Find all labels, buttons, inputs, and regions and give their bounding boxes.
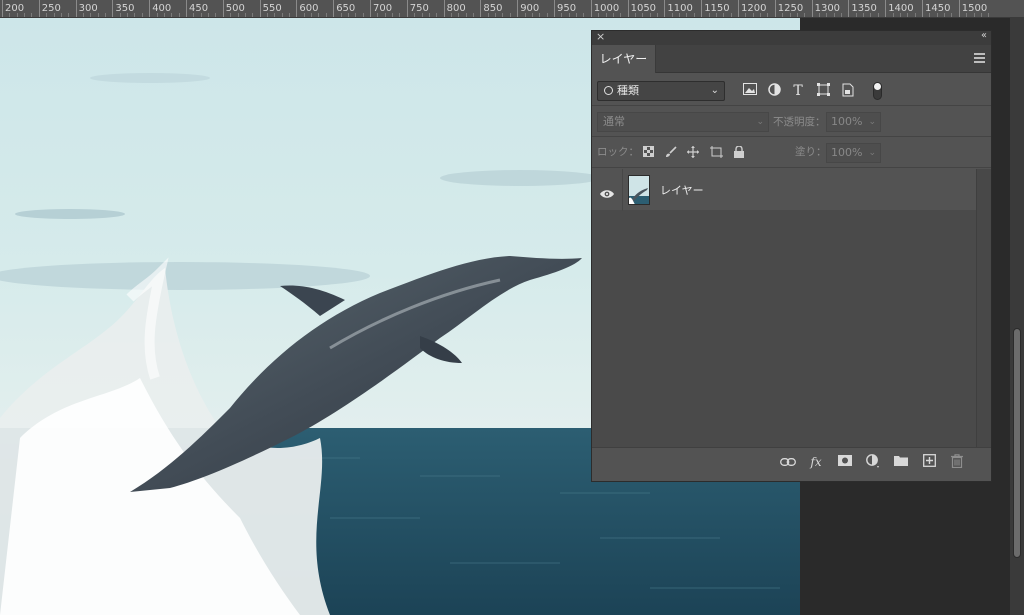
ruler-tick	[296, 0, 298, 17]
panel-footer: fx	[592, 447, 991, 475]
adjustment-filter-icon[interactable]	[766, 83, 782, 99]
add-mask-icon[interactable]	[837, 454, 853, 470]
ruler-tick	[149, 0, 151, 17]
ruler-label: 700	[373, 3, 393, 14]
ruler-label: 600	[299, 3, 319, 14]
fill-value: 100%	[831, 146, 863, 159]
eye-icon[interactable]	[600, 184, 614, 198]
new-layer-icon[interactable]	[921, 454, 937, 470]
opacity-label: 不透明度：	[773, 116, 826, 128]
tab-layers[interactable]: レイヤー	[592, 45, 656, 73]
ruler-tick	[664, 0, 666, 17]
ruler-label: 200	[5, 3, 25, 14]
ruler-tick	[517, 0, 519, 17]
opacity-value: 100%	[831, 115, 863, 128]
blend-row: 通常 ⌄ 不透明度： 100% ⌄	[592, 107, 991, 137]
search-icon	[604, 86, 613, 95]
ruler-tick	[222, 0, 224, 17]
scrollbar-thumb[interactable]	[1013, 328, 1021, 558]
adjustment-layer-icon[interactable]	[865, 454, 881, 470]
vertical-scrollbar[interactable]	[1010, 18, 1024, 615]
ruler-tick	[885, 0, 887, 17]
filter-type-select[interactable]: 種類 ⌄	[597, 81, 725, 101]
ruler-label: 300	[78, 3, 98, 14]
ruler-tick	[774, 0, 776, 17]
chevron-down-icon: ⌄	[868, 117, 876, 127]
filter-toggle[interactable]	[873, 82, 882, 100]
ruler-label: 800	[446, 3, 466, 14]
new-group-icon[interactable]	[893, 454, 909, 470]
lock-label: ロック：	[597, 146, 639, 158]
ruler-tick	[738, 0, 739, 17]
type-filter-icon[interactable]: T	[790, 83, 806, 99]
filter-row: 種類 ⌄ T	[592, 74, 991, 106]
ruler-tick	[406, 0, 408, 17]
lock-position-icon[interactable]	[686, 146, 700, 160]
smart-object-filter-icon[interactable]	[840, 83, 856, 99]
ruler-tick	[922, 0, 923, 17]
ruler-tick	[112, 0, 114, 17]
blend-mode-value: 通常	[603, 115, 625, 128]
lock-row: ロック： 塗り： 100% ⌄	[592, 138, 991, 168]
layers-panel: × ‹‹ レイヤー 種類 ⌄ T 通常 ⌄ 不透明度： 100% ⌄ ロック： …	[591, 30, 992, 482]
ruler-tick	[186, 0, 187, 17]
ruler-label: 450	[189, 3, 209, 14]
ruler-tick	[811, 0, 813, 17]
ruler-tick	[38, 0, 40, 17]
link-layers-icon[interactable]	[780, 454, 796, 470]
ruler-tick	[370, 0, 371, 17]
filter-type-value: 種類	[617, 84, 639, 97]
ruler-tick	[848, 0, 850, 17]
ruler-label: 850	[483, 3, 503, 14]
layer-name[interactable]: レイヤー	[660, 182, 704, 198]
ruler-tick	[590, 0, 592, 17]
panel-tabbar: レイヤー	[592, 45, 991, 73]
ruler-tick	[333, 0, 335, 17]
ruler-label: 550	[262, 3, 282, 14]
panel-header: × ‹‹	[592, 30, 991, 45]
ruler-label: 350	[115, 3, 135, 14]
ruler-label: 250	[41, 3, 61, 14]
shape-filter-icon[interactable]	[815, 83, 831, 99]
layers-scrollbar[interactable]	[976, 169, 991, 447]
ruler-label: 400	[152, 3, 172, 14]
fx-icon[interactable]: fx	[808, 454, 824, 470]
trash-icon[interactable]	[949, 454, 965, 470]
ruler-tick	[701, 0, 703, 17]
panel-menu-icon[interactable]	[974, 53, 985, 65]
fill-label: 塗り：	[795, 146, 827, 158]
lock-artboard-icon[interactable]	[709, 146, 723, 160]
horizontal-ruler: 200 250 300 350 400 450 500 550 600 650 700 750 800 8…	[0, 0, 1024, 18]
close-icon[interactable]: ×	[596, 30, 605, 43]
ruler-label: 900	[520, 3, 540, 14]
ruler-label: 750	[409, 3, 429, 14]
ruler-tick	[958, 0, 960, 17]
fill-field[interactable]: 100% ⌄	[826, 143, 881, 163]
ruler-label: 650	[336, 3, 356, 14]
collapse-icon[interactable]: ‹‹	[981, 30, 987, 41]
ruler-tick	[75, 0, 77, 17]
ruler-tick	[443, 0, 445, 17]
chevron-down-icon: ⌄	[756, 117, 764, 127]
chevron-down-icon: ⌄	[710, 85, 719, 96]
lock-image-pixels-icon[interactable]	[664, 146, 678, 160]
ruler-label: 500	[225, 3, 245, 14]
ruler-tick	[480, 0, 482, 17]
image-filter-icon[interactable]	[742, 83, 758, 99]
ruler-tick	[627, 0, 629, 17]
ruler-tick	[2, 0, 3, 17]
opacity-field[interactable]: 100% ⌄	[826, 112, 881, 132]
blend-mode-select[interactable]: 通常 ⌄	[597, 112, 769, 132]
chevron-down-icon: ⌄	[868, 148, 876, 158]
layer-row[interactable]: レイヤー	[592, 169, 976, 211]
lock-all-icon[interactable]	[732, 145, 746, 160]
ruler-label: 950	[557, 3, 577, 14]
ruler-tick	[259, 0, 261, 17]
layer-thumbnail	[628, 175, 650, 205]
ruler-tick	[554, 0, 555, 17]
lock-transparent-pixels-icon[interactable]	[641, 146, 655, 160]
